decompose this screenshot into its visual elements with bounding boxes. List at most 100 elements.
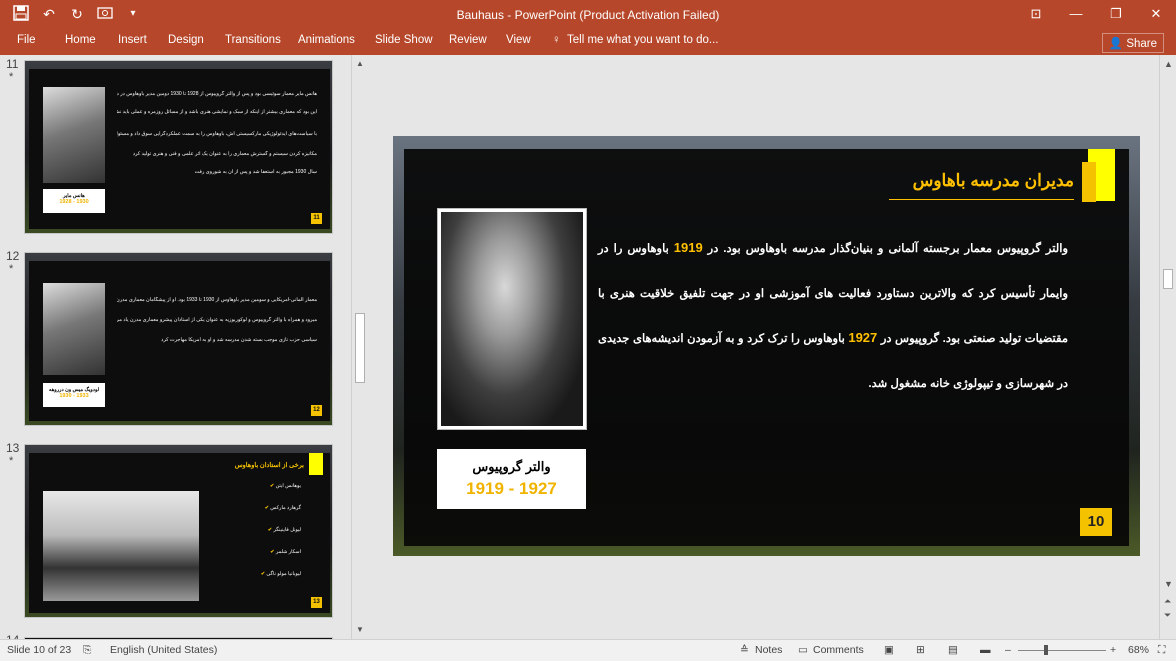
tab-insert[interactable]: Insert — [118, 34, 147, 46]
slide-number-badge: 12 — [311, 405, 322, 416]
window-title: Bauhaus - PowerPoint (Product Activation… — [456, 8, 720, 22]
normal-view-icon[interactable]: ▣ — [884, 644, 894, 656]
text-line: سال 1930 مجبور به استعفا شد و پس از آن ب… — [194, 169, 317, 175]
animation-star-icon: * — [9, 263, 14, 275]
bullet-item: لیوبانیا مولو ناگی ✔ — [260, 571, 301, 577]
tab-file[interactable]: File — [17, 34, 36, 46]
notes-icon: ≙ — [740, 644, 749, 656]
next-slide-icon[interactable]: ⏷ — [1164, 610, 1171, 621]
thumbnail-frame: هانس مایر 1928 - 1930 هانس مایر معمار سو… — [29, 69, 330, 229]
slide-thumbnail-12[interactable]: لودویگ میس ون درروهه 1930 - 1933 معمار آ… — [24, 252, 333, 426]
slide-scrollbar[interactable]: ▲ ▼ ⏶ ⏷ — [1159, 55, 1176, 639]
thumbnail-scrollbar[interactable]: ▲ ▼ — [351, 55, 368, 639]
zoom-out-icon[interactable]: – — [1005, 644, 1011, 656]
tab-home[interactable]: Home — [65, 34, 96, 46]
reading-view-icon[interactable]: ▤ — [948, 644, 958, 656]
slide-counter: Slide 10 of 23 — [7, 644, 72, 656]
scroll-thumb[interactable] — [355, 313, 365, 383]
text-line: با سیاست‌های ایدئولوژیکی مارکسیستی اش، ب… — [117, 131, 317, 137]
scroll-up-icon[interactable]: ▲ — [356, 59, 364, 68]
slide-number-badge: 13 — [311, 597, 322, 608]
ribbon-display-icon[interactable]: ⊡ — [1016, 0, 1056, 30]
thumbnail-title: برخی از استادان باوهاوس — [234, 462, 304, 469]
paragraph-text: والتر گروپیوس معمار برجسته آلمانی و بنیا… — [702, 243, 1068, 255]
card-years: 1928 - 1930 — [59, 199, 89, 205]
zoom-level[interactable]: 68% — [1128, 644, 1149, 656]
slide-number-badge: 11 — [311, 213, 322, 224]
comments-icon: ▭ — [798, 644, 808, 656]
main-slide[interactable]: مدیران مدرسه باهاوس والتر گروپیوس 1919 -… — [393, 136, 1140, 556]
ribbon-tabs: File Home Insert Design Transitions Anim… — [0, 30, 1176, 55]
animation-star-icon: * — [9, 455, 14, 467]
minimize-icon[interactable]: — — [1056, 0, 1096, 30]
thumbnail-frame: برخی از استادان باوهاوس یوهانس ایتن ✔ گر… — [29, 453, 330, 613]
text-line: معمار آلمانی-آمریکایی و سومین مدیر باوها… — [117, 297, 317, 303]
tab-slide-show[interactable]: Slide Show — [375, 34, 433, 46]
name-label: والتر گروپیوس — [472, 459, 551, 474]
title-accent-block — [309, 453, 323, 475]
title-accent-bar — [1082, 162, 1096, 202]
slide-sorter-icon[interactable]: ⊞ — [916, 644, 925, 656]
thumbnail-pane[interactable]: 11 * هانس مایر 1928 - 1930 هانس مایر معم… — [0, 55, 368, 639]
bullet-item: یوهانس ایتن ✔ — [270, 483, 301, 489]
text-line: مکانیزه کردن سیستم و گسترش معماری را به … — [132, 151, 317, 157]
tab-view[interactable]: View — [506, 34, 531, 46]
scroll-down-icon[interactable]: ▼ — [356, 625, 364, 634]
slide-show-icon[interactable]: ▬ — [980, 644, 991, 656]
close-icon[interactable]: ✕ — [1136, 0, 1176, 30]
person-icon: 👤 — [1108, 38, 1124, 50]
portrait-frame[interactable] — [437, 208, 587, 430]
slide-thumbnail-11[interactable]: هانس مایر 1928 - 1930 هانس مایر معمار سو… — [24, 60, 333, 234]
years-label: 1919 - 1927 — [466, 479, 557, 498]
slide-title[interactable]: مدیران مدرسه باهاوس — [913, 171, 1074, 191]
comments-button[interactable]: Comments — [813, 644, 864, 656]
bullet-item: اسکار شلمر ✔ — [270, 549, 301, 555]
status-bar: Slide 10 of 23 ⎘ English (United States)… — [0, 639, 1176, 661]
bullet-item: گرهارد مارکس ✔ — [264, 505, 301, 511]
thumbnail-number: 13 — [6, 441, 20, 455]
portrait-photo — [43, 87, 105, 183]
title-underline — [889, 199, 1074, 200]
tab-design[interactable]: Design — [168, 34, 204, 46]
tell-me-box[interactable]: Tell me what you want to do... — [567, 34, 719, 46]
share-button[interactable]: 👤 Share — [1101, 33, 1164, 53]
notes-button[interactable]: Notes — [755, 644, 782, 656]
scroll-thumb[interactable] — [1163, 269, 1173, 289]
spell-check-icon[interactable]: ⎘ — [83, 644, 91, 657]
scroll-down-icon[interactable]: ▼ — [1164, 579, 1173, 589]
thumbnail-frame: لودویگ میس ون درروهه 1930 - 1933 معمار آ… — [29, 261, 330, 421]
name-card[interactable]: والتر گروپیوس 1919 - 1927 — [437, 449, 586, 509]
card-years: 1930 - 1933 — [59, 393, 89, 399]
title-bar: ↶ ↻ ▾ Bauhaus - PowerPoint (Product Acti… — [0, 0, 1176, 30]
tab-animations[interactable]: Animations — [298, 34, 355, 46]
group-photo — [43, 491, 199, 601]
text-line: این بود که معماری بیشتر از اینکه از سبک … — [117, 109, 317, 115]
tab-transitions[interactable]: Transitions — [225, 34, 281, 46]
language-status[interactable]: English (United States) — [110, 644, 217, 656]
maximize-icon[interactable]: ❐ — [1096, 0, 1136, 30]
text-line: میرود و همراه با والتر گروپیوس و لوکوربو… — [117, 317, 317, 323]
highlight-year: 1927 — [848, 330, 878, 345]
animation-star-icon: * — [9, 71, 14, 83]
thumbnail-number: 12 — [6, 249, 20, 263]
scroll-up-icon[interactable]: ▲ — [1164, 59, 1173, 69]
slide-thumbnail-13[interactable]: برخی از استادان باوهاوس یوهانس ایتن ✔ گر… — [24, 444, 333, 618]
text-line: هانس مایر معمار سوئیسی بود و پس از والتر… — [117, 91, 317, 97]
portrait-photo — [441, 212, 583, 426]
bullet-item: لیونل فاینینگر ✔ — [267, 527, 301, 533]
fit-slide-icon[interactable]: ⛶ — [1158, 644, 1165, 657]
text-line: سیاسی حزب نازی موجب بسته شدن مدرسه شد و … — [161, 337, 317, 343]
tab-review[interactable]: Review — [449, 34, 487, 46]
thumbnail-number: 11 — [6, 57, 19, 71]
previous-slide-icon[interactable]: ⏶ — [1164, 596, 1171, 607]
zoom-slider-knob[interactable] — [1044, 645, 1048, 655]
lightbulb-icon: ♀ — [552, 34, 561, 46]
body-paragraph[interactable]: والتر گروپیوس معمار برجسته آلمانی و بنیا… — [598, 226, 1068, 406]
paragraph-text: باوهاوس را در وایمار تأسیس کرد که والاتر… — [598, 243, 1068, 345]
zoom-in-icon[interactable]: + — [1110, 644, 1116, 656]
portrait-photo — [43, 283, 105, 375]
zoom-slider-track[interactable] — [1018, 650, 1106, 651]
slide-number-badge: 10 — [1080, 508, 1112, 536]
highlight-year: 1919 — [673, 240, 703, 255]
name-card: لودویگ میس ون درروهه 1930 - 1933 — [43, 383, 105, 407]
